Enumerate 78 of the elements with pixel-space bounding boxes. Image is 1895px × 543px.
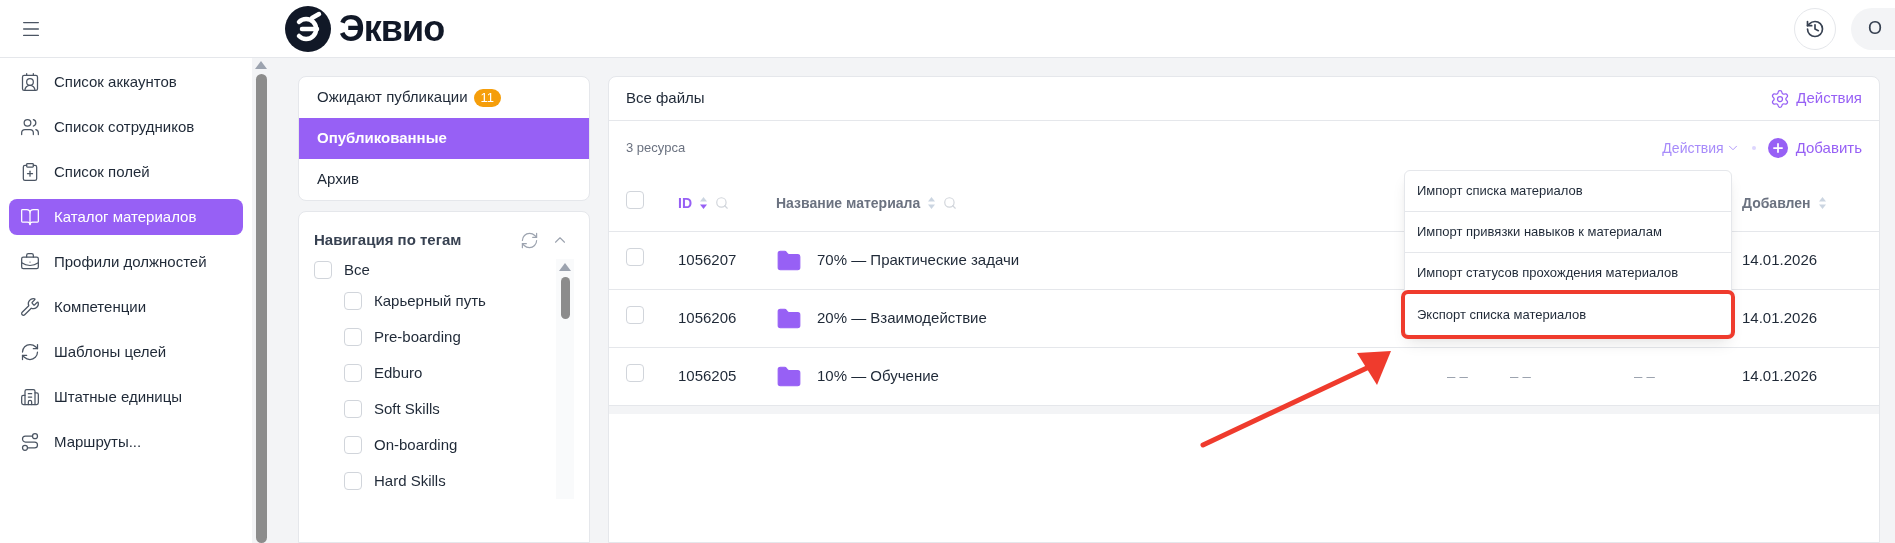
- route-icon: [20, 432, 40, 452]
- date-cell-text: 14.01.2026: [1742, 308, 1819, 329]
- sidebar-item[interactable]: Шаблоны целей: [9, 334, 243, 370]
- column-header[interactable]: Название материала: [776, 192, 921, 214]
- checkbox[interactable]: [344, 436, 362, 454]
- briefcase-icon: [20, 252, 40, 272]
- open-book-icon: [20, 207, 40, 227]
- resource-count: 3 ресурса: [626, 139, 686, 158]
- sidebar-item[interactable]: Каталог материалов: [9, 199, 243, 235]
- checkbox[interactable]: [626, 306, 644, 325]
- count-badge: 11: [473, 88, 502, 107]
- add-button[interactable]: Добавить: [1767, 136, 1862, 160]
- menu-item[interactable]: Импорт статусов прохождения материалов: [1405, 253, 1731, 294]
- clipboard-plus-icon: [20, 162, 40, 182]
- empty-cell: – –: [1510, 367, 1531, 385]
- tag-label: Edburo: [374, 362, 423, 383]
- id-cell-text: 1056205: [678, 366, 738, 387]
- sidebar-item[interactable]: Компетенции: [9, 289, 243, 325]
- logo-text: Эквио: [339, 6, 445, 51]
- checkbox[interactable]: [626, 248, 644, 267]
- checkbox[interactable]: [314, 261, 332, 279]
- tag-label: Pre-boarding: [374, 326, 461, 347]
- history-button[interactable]: [1794, 7, 1836, 50]
- checkbox[interactable]: [344, 292, 362, 310]
- status-tab[interactable]: Опубликованные: [299, 118, 589, 159]
- sidebar-item[interactable]: Список сотрудников: [9, 109, 243, 145]
- empty-cell: – –: [1447, 367, 1468, 385]
- sort-icon[interactable]: [699, 196, 708, 210]
- plus-icon: [1767, 138, 1788, 158]
- checkbox[interactable]: [626, 364, 644, 383]
- sidebar-item[interactable]: Список аккаунтов: [9, 64, 243, 100]
- tag-label: Hard Skills: [374, 470, 446, 491]
- sidebar-item[interactable]: Штатные единицы: [9, 379, 243, 415]
- sidebar-item[interactable]: Маршруты...: [9, 424, 243, 460]
- checkbox[interactable]: [344, 328, 362, 346]
- id-cell-text: 1056207: [678, 250, 738, 271]
- wrench-icon: [20, 297, 40, 317]
- sidebar-item[interactable]: Список полей: [9, 154, 243, 190]
- users-icon: [20, 117, 40, 137]
- avatar[interactable]: О: [1851, 7, 1895, 50]
- material-name[interactable]: 70% — Практические задачи: [817, 249, 1020, 272]
- checkbox[interactable]: [344, 472, 362, 490]
- date-cell-text: 14.01.2026: [1742, 250, 1819, 271]
- search-icon[interactable]: [943, 196, 958, 210]
- search-icon[interactable]: [715, 196, 729, 210]
- tag-label: Карьерный путь: [374, 290, 486, 311]
- id-cell-text: 1056206: [678, 308, 738, 329]
- column-header[interactable]: Добавлен: [1742, 192, 1811, 214]
- material-name[interactable]: 20% — Взаимодействие: [817, 307, 987, 330]
- scroll-up-icon[interactable]: [255, 61, 267, 69]
- scrollbar-thumb[interactable]: [560, 277, 570, 319]
- history-icon: [1805, 18, 1825, 39]
- settings-icon: [1770, 88, 1791, 109]
- scroll-up-icon[interactable]: [559, 263, 571, 271]
- date-cell-text: 14.01.2026: [1742, 366, 1819, 387]
- building-icon: [20, 387, 40, 407]
- actions-link[interactable]: Действия: [1770, 87, 1862, 110]
- files-title: Все файлы: [626, 88, 705, 109]
- scrollbar-thumb[interactable]: [255, 74, 267, 543]
- checkbox[interactable]: [344, 364, 362, 382]
- sidebar-item[interactable]: Профили должностей: [9, 244, 243, 280]
- status-tab[interactable]: Ожидают публикации 11: [299, 77, 589, 118]
- tag-label: Soft Skills: [374, 398, 440, 419]
- material-name[interactable]: 10% — Обучение: [817, 365, 939, 388]
- checkbox[interactable]: [344, 400, 362, 418]
- menu-item[interactable]: Импорт привязки навыков к материалам: [1405, 212, 1731, 253]
- menu-item[interactable]: Импорт списка материалов: [1405, 171, 1731, 212]
- column-header[interactable]: ID: [678, 192, 692, 214]
- logo-icon: [285, 5, 331, 52]
- checkbox[interactable]: [626, 191, 644, 209]
- refresh-icon: [20, 342, 40, 362]
- tag-navigation-title: Навигация по тегам: [314, 229, 462, 250]
- tag-label: Все: [344, 259, 370, 280]
- refresh-icon[interactable]: [520, 230, 539, 250]
- tag-label: On-boarding: [374, 434, 458, 455]
- contact-card-icon: [20, 72, 40, 92]
- status-tab[interactable]: Архив: [299, 159, 589, 200]
- empty-cell: – –: [1634, 367, 1655, 385]
